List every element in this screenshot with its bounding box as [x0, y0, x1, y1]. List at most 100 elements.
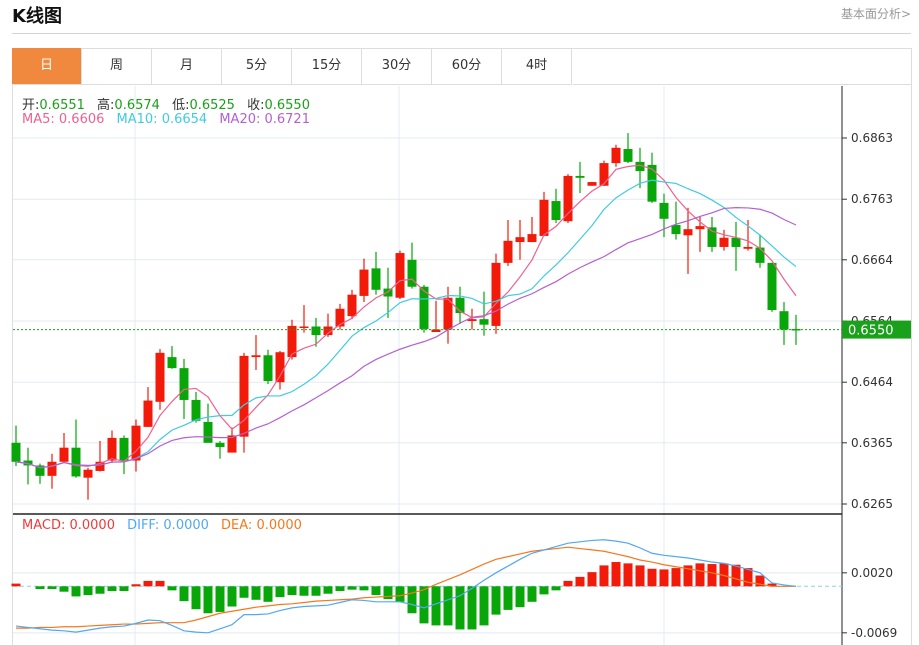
tab-month[interactable]: 月 — [152, 48, 222, 85]
candle-body — [143, 400, 153, 427]
candle-body — [83, 469, 93, 478]
candle — [263, 349, 273, 385]
high-value: 0.6574 — [114, 98, 160, 113]
candle — [539, 191, 549, 236]
tab-bar-divider — [573, 84, 911, 85]
candle — [527, 216, 537, 243]
candle — [551, 188, 561, 224]
candle-body — [131, 425, 141, 461]
candle-body — [767, 262, 777, 310]
candle-body — [647, 164, 657, 202]
tab-week[interactable]: 周 — [82, 48, 152, 85]
candle — [719, 229, 729, 251]
candle — [575, 161, 585, 194]
candle-body — [119, 437, 129, 461]
price-tick-label: 0.6265 — [851, 497, 893, 511]
candle-body — [191, 399, 201, 421]
candle-body — [11, 442, 21, 462]
candle — [155, 349, 165, 410]
macd-bar — [539, 586, 549, 595]
candle-body — [755, 247, 765, 263]
candle — [23, 447, 33, 485]
candle-body — [59, 447, 69, 462]
macd-bar — [515, 586, 525, 608]
tab-5min[interactable]: 5分 — [222, 48, 292, 85]
macd-bar — [47, 586, 57, 589]
macd-bar — [263, 586, 273, 602]
tab-30min[interactable]: 30分 — [362, 48, 432, 85]
macd-bar — [563, 580, 573, 587]
macd-bar — [635, 565, 645, 587]
candle — [731, 221, 741, 271]
macd-bar — [407, 586, 417, 614]
candle-body — [659, 202, 669, 219]
low-value: 0.6525 — [189, 98, 235, 113]
candle-body — [575, 175, 585, 178]
macd-bar — [239, 586, 249, 598]
candle — [119, 435, 129, 475]
candle-body — [779, 311, 789, 330]
candle-body — [539, 199, 549, 236]
macd-bar — [491, 586, 501, 615]
candle — [311, 317, 321, 347]
macd-bar — [623, 563, 633, 587]
candle-body — [683, 229, 693, 236]
tab-60min[interactable]: 60分 — [432, 48, 502, 85]
candle-body — [311, 326, 321, 336]
macd-bar — [215, 586, 225, 612]
tab-4hour[interactable]: 4时 — [502, 48, 572, 85]
candle — [299, 305, 309, 333]
candle-body — [335, 308, 345, 327]
candle-body — [611, 147, 621, 164]
macd-legend: MACD: 0.0000 DIFF: 0.0000 DEA: 0.0000 — [22, 518, 310, 533]
candle — [491, 253, 501, 334]
price-tick-label: 0.6863 — [851, 131, 893, 145]
candle-body — [563, 175, 573, 222]
candle — [707, 216, 717, 252]
candle-body — [215, 442, 225, 448]
macd-bar — [647, 568, 657, 587]
candle-body — [251, 355, 261, 358]
candle-body — [179, 368, 189, 400]
candle — [671, 201, 681, 240]
candle-body — [587, 182, 597, 186]
tab-day[interactable]: 日 — [12, 48, 82, 85]
macd-bar — [695, 563, 705, 587]
candle-body — [671, 224, 681, 235]
candle — [767, 262, 777, 312]
candle — [587, 182, 597, 186]
candle — [743, 220, 753, 251]
ma5-value: MA5: 0.6606 — [22, 112, 105, 127]
macd-bar — [311, 586, 321, 596]
macd-bar — [335, 586, 345, 592]
macd-bar — [443, 586, 453, 626]
candle — [611, 144, 621, 167]
ohlc-legend: 开:0.6551 高:0.6574 低:0.6525 收:0.6550 — [22, 94, 318, 113]
candle-body — [347, 294, 357, 317]
macd-bar — [503, 586, 513, 610]
candle — [335, 303, 345, 330]
candle-body — [71, 447, 81, 477]
macd-bar — [287, 586, 297, 596]
macd-tick-label: 0.0020 — [851, 566, 893, 580]
candle-body — [527, 234, 537, 243]
macd-bar — [551, 586, 561, 591]
macd-bar — [167, 586, 177, 591]
candle — [647, 152, 657, 203]
macd-bar — [323, 586, 333, 594]
candle — [683, 207, 693, 274]
macd-bar — [611, 562, 621, 587]
candle — [599, 160, 609, 186]
macd-bar — [83, 586, 93, 596]
candle — [227, 427, 237, 453]
macd-bar — [527, 586, 537, 602]
macd-bar — [131, 584, 141, 587]
ma20-value: MA20: 0.6721 — [219, 112, 310, 127]
open-value: 0.6551 — [39, 98, 85, 113]
macd-bar — [203, 586, 213, 614]
tab-15min[interactable]: 15分 — [292, 48, 362, 85]
macd-bar — [251, 586, 261, 600]
macd-bar — [359, 586, 369, 591]
candle-body — [107, 437, 117, 461]
candle-body — [371, 268, 381, 290]
